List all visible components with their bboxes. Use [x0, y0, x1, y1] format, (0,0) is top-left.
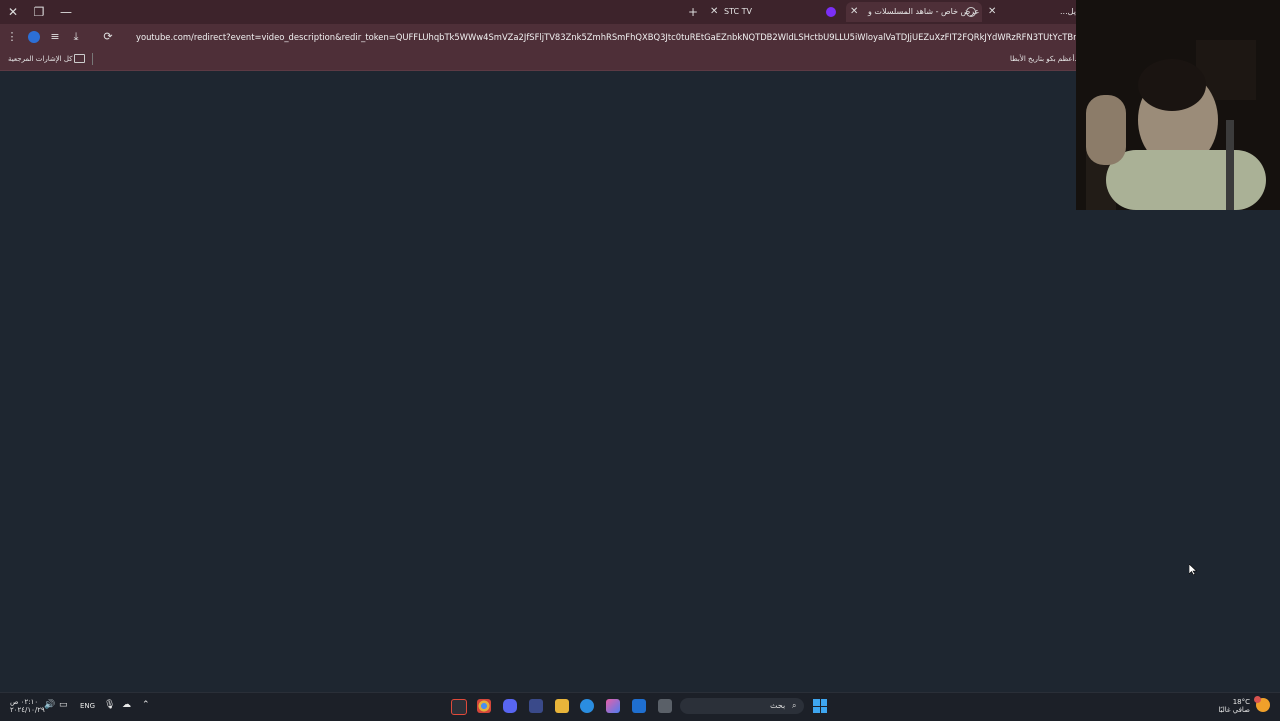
network-icon[interactable]: ▭ — [59, 701, 68, 717]
tab-youtube[interactable]: ✕ ...يل — [986, 2, 1076, 22]
outlook-icon[interactable] — [632, 699, 646, 713]
media-queue-icon[interactable]: ≡ — [47, 30, 63, 44]
close-icon[interactable]: ✕ — [710, 2, 718, 22]
store-icon[interactable] — [529, 699, 543, 713]
discord-icon[interactable] — [503, 699, 517, 713]
profile-icon[interactable] — [26, 30, 42, 44]
microphone-icon[interactable]: 🎙 — [104, 701, 115, 717]
chrome-icon[interactable] — [477, 699, 491, 713]
notification-badge — [1254, 696, 1261, 703]
tab-shahid[interactable]: ✕ عرض خاص - شاهد المسلسلات و — [846, 2, 982, 22]
windows-start-icon[interactable] — [813, 699, 827, 713]
address-bar[interactable]: youtube.com/redirect?event=video_descrip… — [128, 28, 1084, 46]
time-text: ٠٢:١٠ ص — [10, 698, 39, 706]
tab-stc-tv[interactable]: ✕ STC TV — [706, 2, 816, 22]
mouse-cursor-icon — [1188, 560, 1198, 579]
close-window-button[interactable]: ✕ — [5, 4, 21, 20]
copilot-icon[interactable] — [606, 699, 620, 713]
restore-window-button[interactable]: ❐ — [31, 4, 47, 20]
language-indicator[interactable]: ENG — [80, 702, 95, 718]
weather-widget[interactable]: 18°C صافي غالبًا — [1218, 698, 1250, 714]
folder-icon — [74, 54, 85, 63]
tab-label: ...يل — [1060, 7, 1076, 16]
all-bookmarks-label[interactable]: كل الإشارات المرجعية — [8, 52, 73, 66]
new-tab-button[interactable]: + — [685, 4, 701, 20]
globe-icon — [966, 7, 976, 17]
stc-tv-favicon-icon — [826, 7, 836, 17]
bookmarks-bar: كل الإشارات المرجعية أعظم بكو بتاريخ الأ… — [0, 50, 1081, 71]
search-placeholder: بحث — [770, 701, 786, 710]
onedrive-icon[interactable]: ☁ — [122, 701, 131, 717]
media-player-icon[interactable] — [451, 699, 467, 715]
tab-strip: ✕ ❐ — + ✕ STC TV ✕ عرض خاص - شاهد المسلس… — [0, 0, 1076, 24]
weather-temp: 18°C — [1232, 698, 1250, 706]
volume-icon[interactable]: 🔊 — [44, 701, 55, 717]
divider — [92, 53, 93, 65]
chevron-up-icon[interactable]: ⌃ — [142, 701, 150, 717]
search-icon: ⌕ — [792, 701, 797, 710]
date-text: ٢٠٢٤/١٠/٢٩ — [10, 706, 45, 714]
close-icon[interactable]: ✕ — [988, 2, 996, 22]
tab-label: STC TV — [724, 7, 752, 16]
browser-toolbar: ⋮ ≡ ⤓ ⟳ youtube.com/redirect?event=video… — [0, 24, 1084, 50]
webcam-overlay — [1076, 0, 1280, 210]
taskbar-search[interactable]: بحث ⌕ — [680, 698, 804, 714]
close-icon[interactable]: ✕ — [850, 2, 858, 22]
bookmark-item[interactable]: أعظم بكو بتاريخ الأبطا... — [1010, 52, 1081, 66]
file-explorer-icon[interactable] — [555, 699, 569, 713]
weather-text: صافي غالبًا — [1218, 706, 1250, 714]
edge-icon[interactable] — [580, 699, 594, 713]
tab-label: عرض خاص - شاهد المسلسلات و — [868, 7, 980, 16]
task-view-icon[interactable] — [658, 699, 672, 713]
download-icon[interactable]: ⤓ — [68, 30, 84, 44]
minimize-window-button[interactable]: — — [58, 4, 74, 20]
clock[interactable]: ٠٢:١٠ ص ٢٠٢٤/١٠/٢٩ — [10, 698, 45, 714]
menu-icon[interactable]: ⋮ — [4, 30, 20, 44]
reload-icon[interactable]: ⟳ — [100, 30, 116, 44]
